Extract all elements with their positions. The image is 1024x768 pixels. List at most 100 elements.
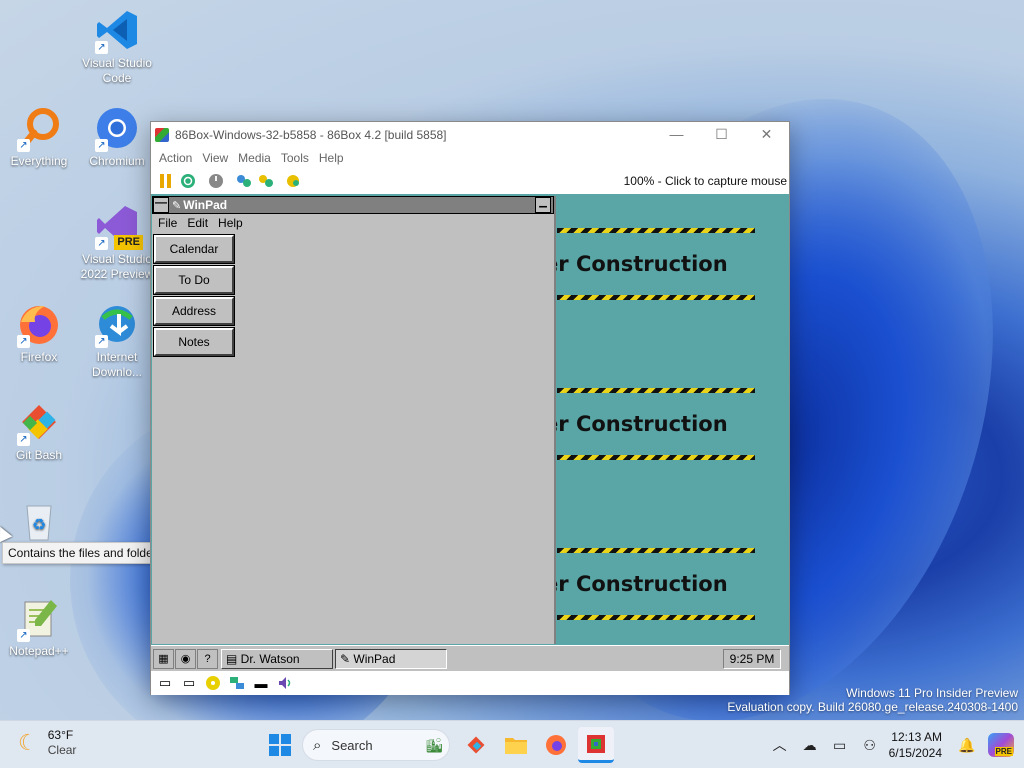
desktop-icon-label: Notepad++ bbox=[9, 644, 69, 658]
task-label: WinPad bbox=[353, 651, 396, 666]
file-explorer-icon[interactable] bbox=[498, 727, 534, 763]
sound-icon[interactable] bbox=[273, 673, 297, 693]
git-bash-icon: ↗ bbox=[15, 398, 63, 446]
menu-help[interactable]: Help bbox=[315, 151, 350, 165]
search-placeholder: Search bbox=[331, 737, 373, 753]
desktop-icon-firefox[interactable]: ↗ Firefox bbox=[0, 300, 78, 365]
desktop-icon-vscode[interactable]: ↗ Visual Studio Code bbox=[78, 6, 156, 86]
menu-media[interactable]: Media bbox=[234, 151, 277, 165]
under-construction-banner: Under Construction bbox=[555, 548, 755, 620]
visual-studio-icon: PRE ↗ bbox=[93, 202, 143, 250]
menu-tools[interactable]: Tools bbox=[277, 151, 315, 165]
insider-watermark: Windows 11 Pro Insider Preview Evaluatio… bbox=[727, 686, 1018, 714]
hard-disk-icon[interactable]: ▬ bbox=[249, 673, 273, 693]
notes-button[interactable]: Notes bbox=[153, 327, 235, 357]
calendar-button[interactable]: Calendar bbox=[153, 234, 235, 264]
network-icon[interactable] bbox=[225, 673, 249, 693]
film-icon[interactable]: ▦ bbox=[153, 648, 174, 669]
firefox-taskbar-icon[interactable] bbox=[538, 727, 574, 763]
power-icon[interactable] bbox=[205, 171, 227, 191]
address-button[interactable]: Address bbox=[153, 296, 235, 326]
desktop-icon-chromium[interactable]: ↗ Chromium bbox=[78, 104, 156, 169]
banner-text: Under Construction bbox=[555, 252, 728, 276]
task-winpad[interactable]: ✎ WinPad bbox=[335, 648, 447, 669]
emulator-menubar: Action View Media Tools Help bbox=[151, 147, 789, 169]
emulator-titlebar[interactable]: 86Box-Windows-32-b5858 - 86Box 4.2 [buil… bbox=[151, 122, 789, 147]
desktop-icon-label: Visual Studio Code bbox=[82, 56, 152, 85]
vscode-icon: ↗ bbox=[93, 6, 141, 54]
86box-taskbar-icon[interactable] bbox=[578, 727, 614, 763]
desktop-icon-git-bash[interactable]: ↗ Git Bash bbox=[0, 398, 78, 463]
dr-watson-icon: ▤ bbox=[226, 651, 241, 666]
emulated-screen[interactable]: Under Construction Under Construction Un… bbox=[151, 194, 789, 671]
watermark-line2: Evaluation copy. Build 26080.ge_release.… bbox=[727, 700, 1018, 714]
copilot-badge: PRE bbox=[994, 747, 1013, 756]
winpad-menu-edit[interactable]: Edit bbox=[187, 216, 208, 230]
desktop-icon-visual-studio[interactable]: PRE ↗ Visual Studio 2022 Preview bbox=[78, 202, 156, 282]
search-highlight-icon: 🏙 bbox=[425, 736, 443, 753]
minimize-button[interactable]: — bbox=[654, 122, 699, 147]
menu-action[interactable]: Action bbox=[155, 151, 198, 165]
winpad-window[interactable]: — ✎ WinPad ▁ File Edit Help Calendar To … bbox=[152, 196, 556, 644]
eye-icon[interactable]: ◉ bbox=[175, 648, 196, 669]
winpad-menu-help[interactable]: Help bbox=[218, 216, 243, 230]
network-status-icon[interactable]: ⚇ bbox=[855, 737, 885, 754]
floppy-drive-2-icon[interactable]: ▭ bbox=[177, 673, 201, 693]
86box-icon bbox=[155, 127, 169, 142]
floppy-drive-icon[interactable]: ▭ bbox=[153, 673, 177, 693]
system-menu-button[interactable]: — bbox=[153, 196, 169, 213]
desktop-icon-label: Firefox bbox=[20, 350, 58, 364]
notification-bell-icon[interactable]: 🔔 bbox=[952, 737, 982, 754]
help-tool-icon[interactable]: ? bbox=[197, 648, 218, 669]
settings-alt-icon[interactable] bbox=[255, 171, 277, 191]
chromium-icon: ↗ bbox=[93, 104, 141, 152]
weather-temp: 63°F bbox=[47, 728, 74, 742]
desktop-icon-label: Everything bbox=[10, 154, 68, 168]
menu-view[interactable]: View bbox=[198, 151, 234, 165]
winpad-minimize-button[interactable]: ▁ bbox=[535, 197, 551, 213]
display-icon[interactable]: ▭ bbox=[825, 737, 855, 754]
task-dr-watson[interactable]: ▤ Dr. Watson bbox=[221, 648, 333, 669]
task-label: Dr. Watson bbox=[240, 651, 300, 666]
chevron-up-icon[interactable]: ︿ bbox=[765, 735, 795, 755]
winpad-menu-file[interactable]: File bbox=[158, 216, 177, 230]
winpad-titlebar[interactable]: — ✎ WinPad ▁ bbox=[152, 196, 554, 214]
weather-widget[interactable]: ☾ 63°F Clear bbox=[18, 728, 76, 758]
system-tray: ︿ ☁ ▭ ⚇ 12:13 AM 6/15/2024 🔔 PRE bbox=[765, 721, 1024, 768]
svg-text:♻: ♻ bbox=[32, 517, 46, 534]
desktop-icon-notepadpp[interactable]: ↗ Notepad++ bbox=[0, 594, 78, 659]
close-button[interactable]: ✕ bbox=[744, 122, 789, 147]
start-button[interactable] bbox=[262, 727, 298, 763]
windows-logo-icon bbox=[269, 734, 291, 756]
winpad-task-icon: ✎ bbox=[340, 651, 354, 666]
desktop-icon-everything[interactable]: ↗ Everything bbox=[0, 104, 78, 169]
desktop-icon-recycle-bin[interactable]: ♻ bbox=[0, 496, 78, 546]
maximize-button[interactable]: ☐ bbox=[699, 122, 744, 147]
pre-badge: PRE bbox=[114, 235, 143, 250]
cloud-offline-icon[interactable]: ☁ bbox=[795, 737, 825, 754]
emulator-title: 86Box-Windows-32-b5858 - 86Box 4.2 [buil… bbox=[175, 127, 447, 142]
emulator-window[interactable]: 86Box-Windows-32-b5858 - 86Box 4.2 [buil… bbox=[150, 121, 790, 695]
under-construction-banner: Under Construction bbox=[555, 388, 755, 460]
weather-desc: Clear bbox=[47, 743, 77, 757]
copilot-icon[interactable]: PRE bbox=[988, 733, 1014, 757]
taskbar-search[interactable]: ⌕ Search 🏙 bbox=[302, 729, 450, 761]
winpad-menubar: File Edit Help bbox=[152, 214, 554, 232]
winpad-icon: ✎ bbox=[172, 199, 182, 212]
desktop-icon-idm[interactable]: ↗ Internet Downlo... bbox=[78, 300, 156, 380]
desktop-icon-label: Chromium bbox=[89, 154, 145, 168]
clock-time: 12:13 AM bbox=[891, 730, 942, 744]
guest-clock: 9:25 PM bbox=[723, 648, 781, 669]
pause-icon[interactable] bbox=[155, 171, 177, 191]
todo-button[interactable]: To Do bbox=[153, 265, 235, 295]
banner-text: Under Construction bbox=[555, 412, 728, 436]
taskbar-apps: ⌕ Search 🏙 bbox=[262, 727, 618, 763]
settings-icon[interactable] bbox=[233, 171, 255, 191]
cdrom-icon[interactable] bbox=[201, 673, 225, 693]
ctrl-alt-del-icon[interactable] bbox=[283, 171, 305, 191]
git-bash-taskbar-icon[interactable] bbox=[458, 727, 494, 763]
moon-icon: ☾ bbox=[18, 730, 38, 755]
emulator-statusbar: ▭ ▭ ▬ bbox=[151, 671, 789, 695]
reset-icon[interactable] bbox=[177, 171, 199, 191]
taskbar-clock[interactable]: 12:13 AM 6/15/2024 bbox=[889, 729, 942, 761]
